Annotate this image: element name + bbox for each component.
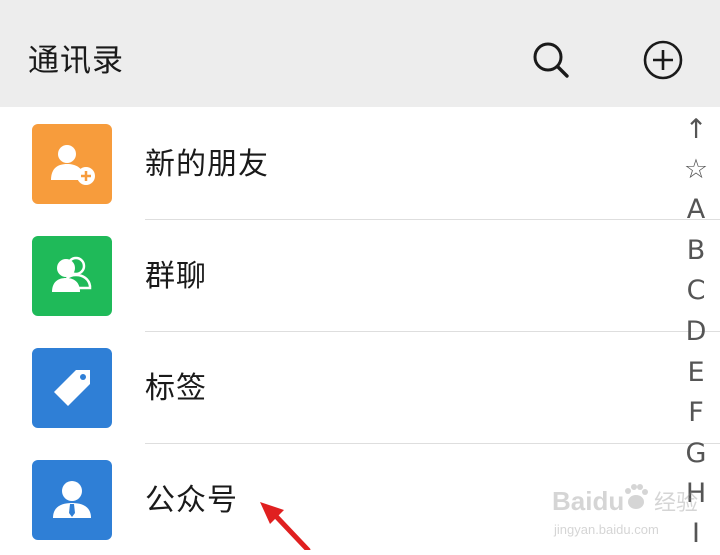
official-account-icon bbox=[32, 460, 112, 540]
paw-logo-icon: Baidu 经验 jingyan.baidu.com bbox=[552, 484, 698, 537]
baidu-jingyan-watermark: Baidu 经验 jingyan.baidu.com bbox=[550, 478, 710, 548]
add-friend-icon bbox=[32, 124, 112, 204]
index-item-top[interactable]: ↑ bbox=[672, 110, 720, 150]
red-arrow-icon bbox=[260, 502, 311, 550]
list-item-new-friends[interactable]: 新的朋友 bbox=[0, 107, 680, 219]
index-item-a[interactable]: A bbox=[672, 190, 720, 230]
page-title: 通讯录 bbox=[28, 43, 124, 79]
plus-circle-icon bbox=[643, 40, 683, 80]
list-item-group-chats[interactable]: 群聊 bbox=[0, 219, 680, 331]
index-item-b[interactable]: B bbox=[672, 231, 720, 271]
avatar bbox=[32, 124, 112, 204]
list-item-label: 公众号 bbox=[145, 483, 238, 518]
search-button[interactable] bbox=[531, 40, 571, 80]
avatar bbox=[32, 236, 112, 316]
index-item-c[interactable]: C bbox=[672, 271, 720, 311]
watermark-url: jingyan.baidu.com bbox=[553, 522, 659, 537]
search-icon bbox=[533, 42, 569, 78]
index-item-g[interactable]: G bbox=[672, 434, 720, 474]
index-item-e[interactable]: E bbox=[672, 353, 720, 393]
add-button[interactable] bbox=[643, 40, 683, 80]
avatar bbox=[32, 460, 112, 540]
index-item-starred[interactable]: ☆ bbox=[672, 150, 720, 190]
tag-icon bbox=[32, 348, 112, 428]
watermark-brand: Baidu bbox=[552, 486, 624, 516]
avatar bbox=[32, 348, 112, 428]
list-item-label: 新的朋友 bbox=[145, 147, 269, 182]
index-item-d[interactable]: D bbox=[672, 312, 720, 352]
group-chat-icon bbox=[32, 236, 112, 316]
list-item-label: 标签 bbox=[145, 371, 207, 406]
list-item-tags[interactable]: 标签 bbox=[0, 331, 680, 443]
top-bar: 通讯录 bbox=[0, 0, 720, 107]
index-item-f[interactable]: F bbox=[672, 393, 720, 433]
list-item-label: 群聊 bbox=[145, 259, 207, 294]
watermark-cn: 经验 bbox=[654, 491, 698, 516]
annotation-arrow bbox=[250, 490, 320, 550]
